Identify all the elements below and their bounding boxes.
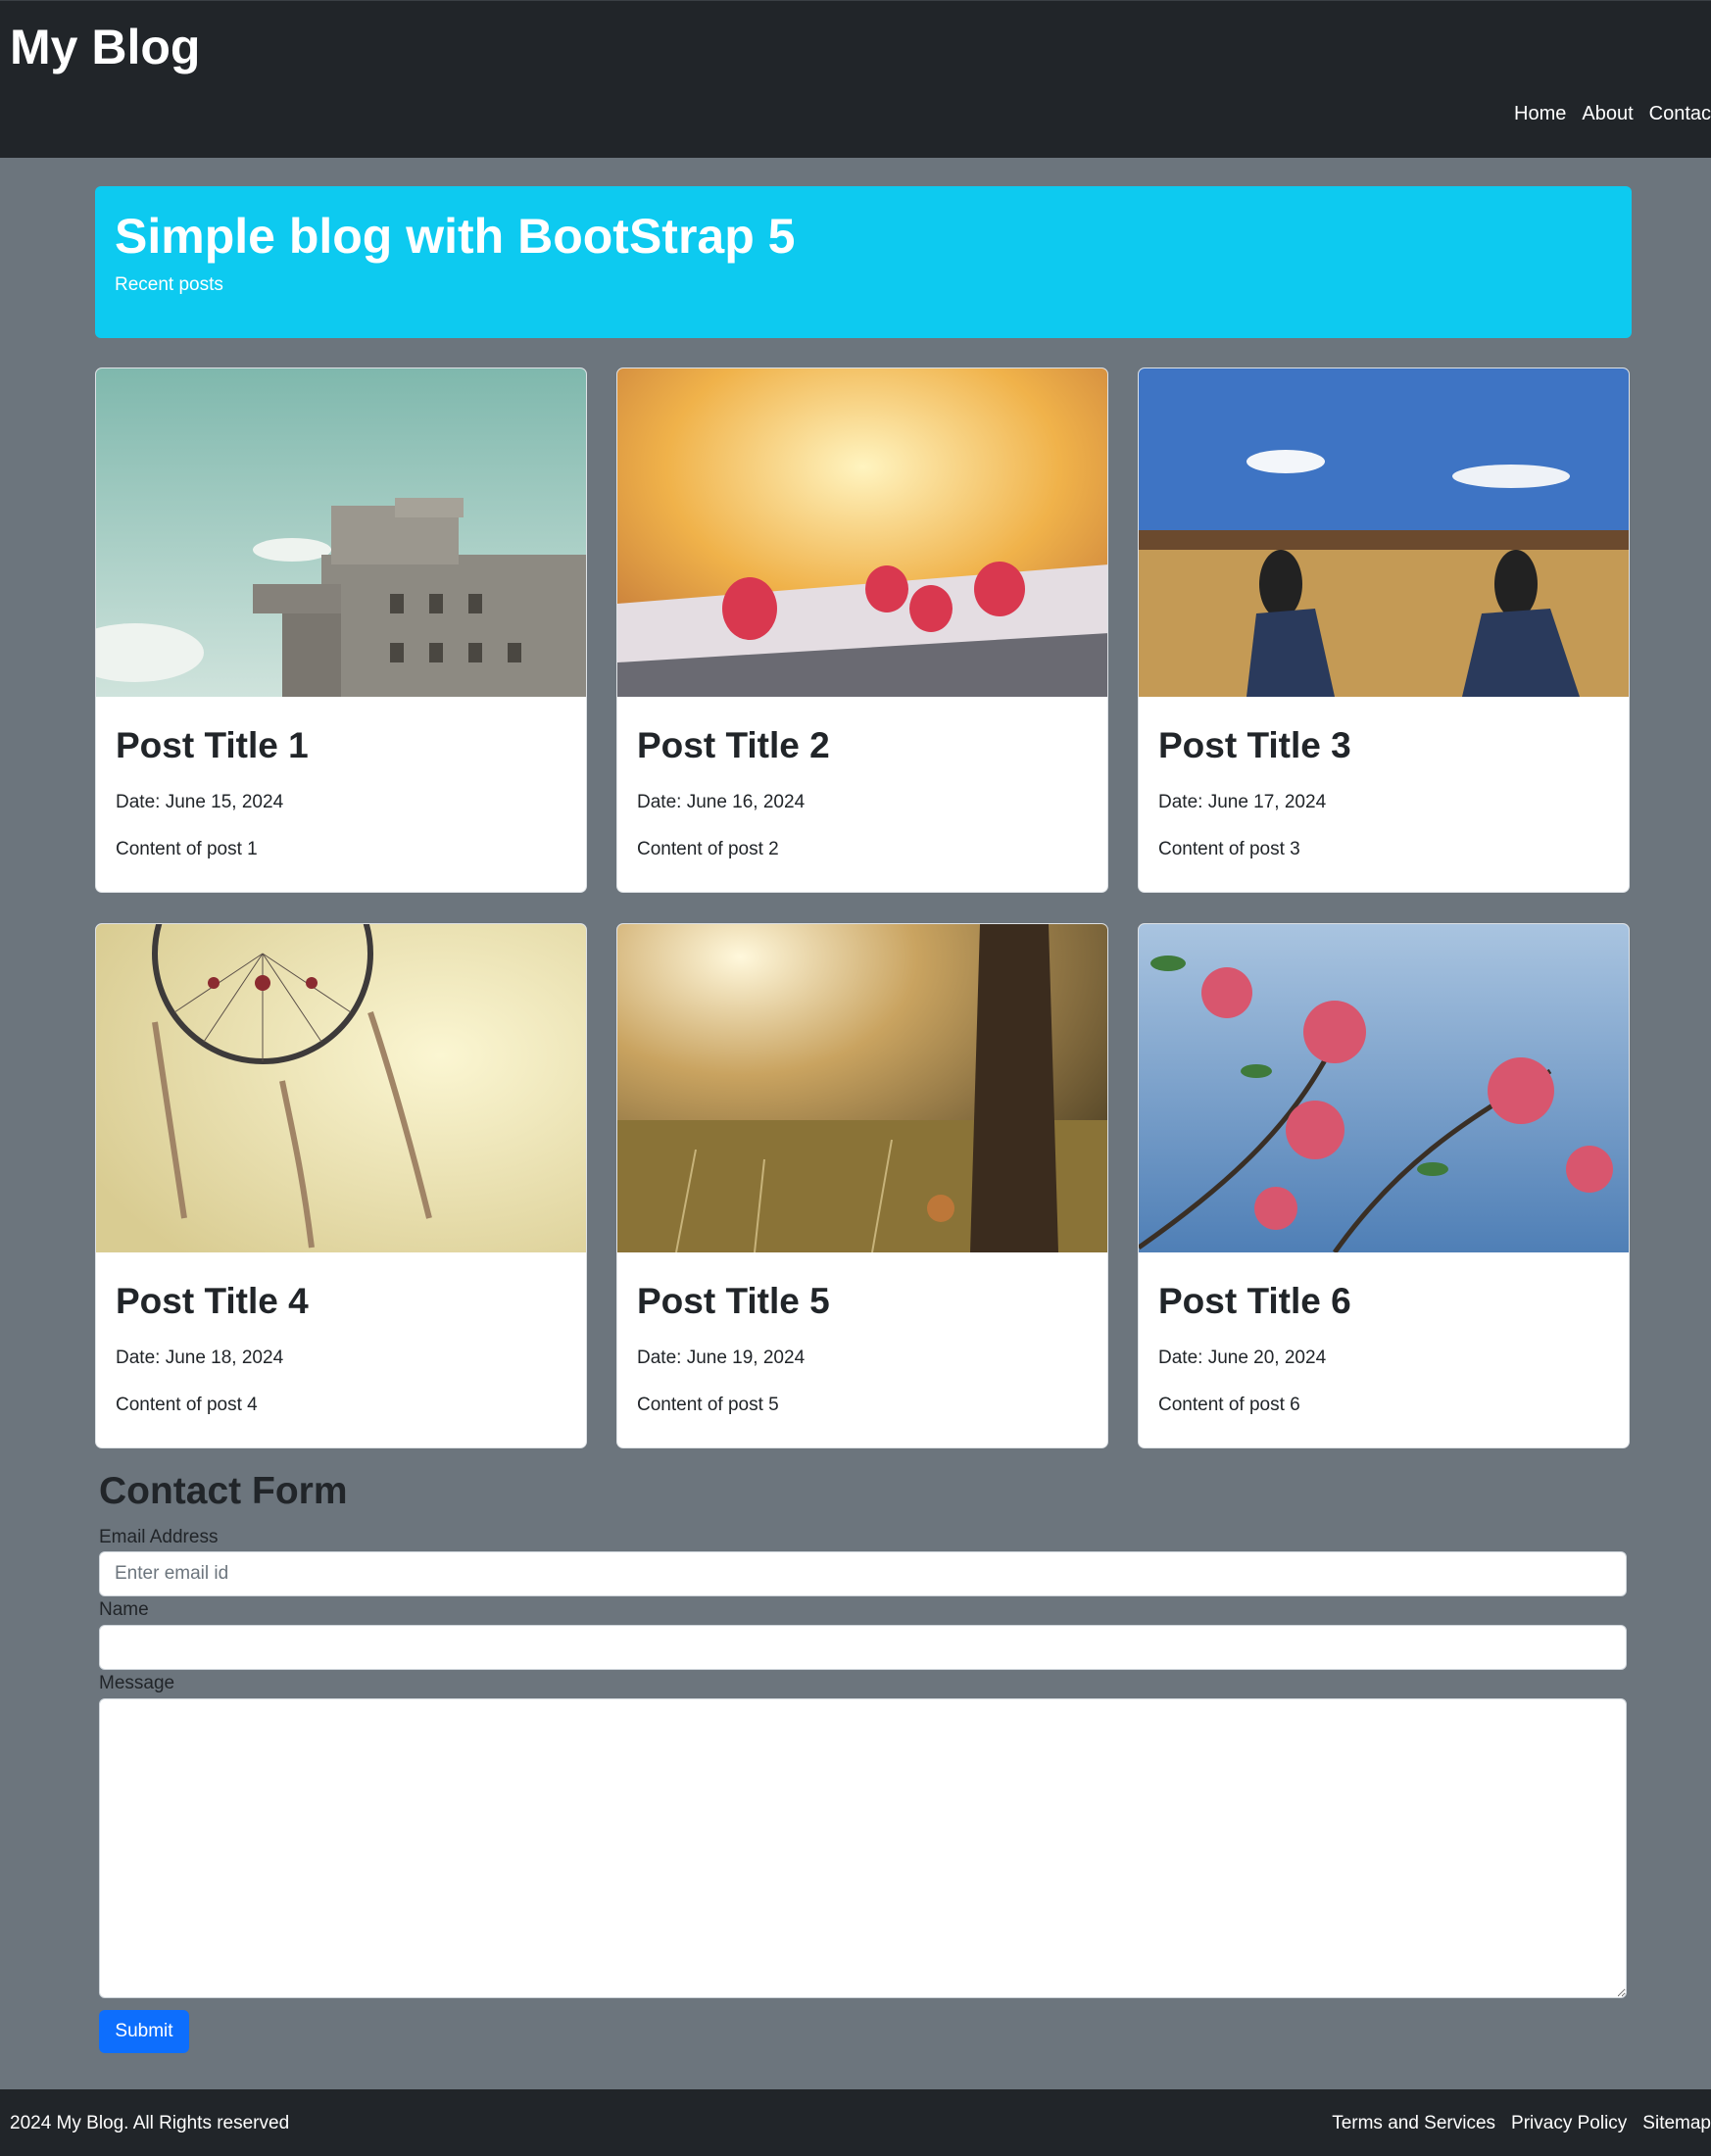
footer-link-terms[interactable]: Terms and Services: [1332, 2113, 1495, 2134]
footer-link-sitemap[interactable]: Sitemap: [1642, 2113, 1711, 2134]
post-title[interactable]: Post Title 1: [116, 725, 309, 766]
post-content: Content of post 3: [1158, 839, 1300, 859]
post-content: Content of post 5: [637, 1395, 779, 1415]
pink-blossoms-photo: [1139, 924, 1629, 1252]
post-title[interactable]: Post Title 4: [116, 1281, 309, 1322]
dreamcatcher-photo: [96, 924, 586, 1252]
post-title[interactable]: Post Title 6: [1158, 1281, 1351, 1322]
nav-link-home[interactable]: Home: [1514, 103, 1566, 125]
post-date: Date: June 20, 2024: [1158, 1348, 1327, 1368]
post-title[interactable]: Post Title 5: [637, 1281, 830, 1322]
post-content: Content of post 2: [637, 839, 779, 859]
submit-button[interactable]: Submit: [99, 2010, 189, 2053]
hero-title: Simple blog with BootStrap 5: [115, 209, 796, 264]
raspberries-photo: [617, 368, 1107, 697]
sunlit-meadow-photo: [617, 924, 1107, 1252]
email-field[interactable]: [99, 1551, 1627, 1596]
email-label: Email Address: [99, 1527, 219, 1547]
footer-links: Terms and Services Privacy Policy Sitema…: [1332, 2113, 1711, 2134]
post-card: Post Title 3 Date: June 17, 2024 Content…: [1138, 368, 1630, 893]
post-date: Date: June 16, 2024: [637, 792, 806, 812]
field-sneakers-photo: [1139, 368, 1629, 697]
hero-subtitle: Recent posts: [115, 274, 223, 295]
post-content: Content of post 6: [1158, 1395, 1300, 1415]
footer: 2024 My Blog. All Rights reserved Terms …: [0, 2089, 1711, 2156]
navbar: My Blog Home About Contac: [0, 0, 1711, 158]
nav-link-contact[interactable]: Contac: [1649, 103, 1711, 125]
name-label: Name: [99, 1599, 149, 1620]
nav-link-about[interactable]: About: [1582, 103, 1633, 125]
message-textarea[interactable]: [99, 1698, 1627, 1998]
post-title[interactable]: Post Title 2: [637, 725, 830, 766]
post-date: Date: June 17, 2024: [1158, 792, 1327, 812]
post-title[interactable]: Post Title 3: [1158, 725, 1351, 766]
name-field[interactable]: [99, 1625, 1627, 1670]
post-date: Date: June 18, 2024: [116, 1348, 284, 1368]
post-content: Content of post 4: [116, 1395, 258, 1415]
nav-links: Home About Contac: [1514, 103, 1711, 125]
post-card: Post Title 2 Date: June 16, 2024 Content…: [616, 368, 1108, 893]
post-date: Date: June 19, 2024: [637, 1348, 806, 1368]
post-card: Post Title 6 Date: June 20, 2024 Content…: [1138, 923, 1630, 1448]
brand-logo[interactable]: My Blog: [10, 19, 200, 75]
post-card: Post Title 4 Date: June 18, 2024 Content…: [95, 923, 587, 1448]
post-card: Post Title 1 Date: June 15, 2024 Content…: [95, 368, 587, 893]
post-date: Date: June 15, 2024: [116, 792, 284, 812]
post-card: Post Title 5 Date: June 19, 2024 Content…: [616, 923, 1108, 1448]
building-photo: [96, 368, 586, 697]
hero-banner: Simple blog with BootStrap 5 Recent post…: [95, 186, 1632, 338]
post-content: Content of post 1: [116, 839, 258, 859]
footer-link-privacy[interactable]: Privacy Policy: [1511, 2113, 1627, 2134]
footer-copyright: 2024 My Blog. All Rights reserved: [10, 2113, 290, 2133]
message-label: Message: [99, 1673, 175, 1693]
contact-form-title: Contact Form: [99, 1470, 348, 1512]
